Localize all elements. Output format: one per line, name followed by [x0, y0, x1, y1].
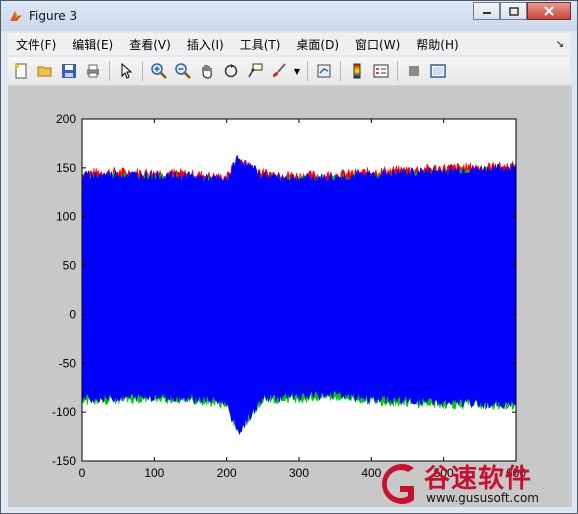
y-tick-label: 200: [56, 112, 76, 126]
menu-overflow-icon[interactable]: ↘: [556, 39, 570, 50]
pan-icon: [202, 65, 212, 79]
toolbar-separator: [142, 61, 143, 81]
close-icon: [544, 6, 554, 16]
open-button[interactable]: [34, 60, 56, 82]
watermark: 谷速软件 www.gususoft.com: [374, 456, 574, 512]
insert-colorbar-button[interactable]: [346, 60, 368, 82]
pointer-icon: [121, 63, 133, 79]
show-tools-icon: [430, 64, 446, 78]
menu-view[interactable]: 查看(V): [121, 36, 179, 53]
rotate-button[interactable]: [220, 60, 242, 82]
minimize-icon: [482, 12, 491, 14]
menu-tools[interactable]: 工具(T): [232, 36, 289, 53]
figure-window: Figure 3 文件(F) 编辑(E) 查看(V) 插入(I) 工具(T) 桌…: [0, 0, 578, 514]
insert-legend-button[interactable]: [370, 60, 392, 82]
watermark-url: www.gususoft.com: [426, 491, 539, 505]
save-icon: [62, 64, 76, 78]
data-cursor-icon: [248, 63, 263, 78]
hide-plot-tools-button[interactable]: [403, 60, 425, 82]
y-tick-label: 100: [56, 210, 76, 224]
save-button[interactable]: [58, 60, 80, 82]
toolbar-separator: [109, 61, 110, 81]
toolbar-separator: [340, 61, 341, 81]
link-plot-button[interactable]: [313, 60, 335, 82]
menu-bar: 文件(F) 编辑(E) 查看(V) 插入(I) 工具(T) 桌面(D) 窗口(W…: [8, 33, 570, 55]
maximize-icon: [508, 6, 519, 16]
x-tick-label: 0: [79, 466, 86, 480]
gusu-logo-icon: [382, 464, 414, 504]
print-icon: [87, 64, 99, 78]
menu-insert[interactable]: 插入(I): [179, 36, 232, 53]
menu-desktop[interactable]: 桌面(D): [288, 36, 347, 53]
new-figure-icon: [15, 63, 27, 79]
brush-button[interactable]: [268, 60, 290, 82]
toolbar-separator: [397, 61, 398, 81]
menu-window[interactable]: 窗口(W): [347, 36, 408, 53]
open-icon: [37, 66, 52, 77]
legend-icon: [373, 64, 389, 78]
zoom-in-button[interactable]: [148, 60, 170, 82]
y-tick-label: -100: [52, 405, 76, 419]
series-3-band: [81, 154, 517, 436]
x-tick-label: 100: [144, 466, 164, 480]
link-icon: [317, 64, 331, 78]
hide-tools-icon: [409, 66, 419, 76]
window-title: Figure 3: [29, 9, 78, 23]
maximize-button[interactable]: [500, 2, 527, 20]
figure-canvas: 0 100 200 300 400 500 600 200 150 100 50 0 -50 -100 -1…: [8, 86, 572, 507]
y-tick-label: 50: [63, 259, 77, 273]
brush-icon: [273, 63, 286, 77]
menu-edit[interactable]: 编辑(E): [64, 36, 121, 53]
zoom-out-button[interactable]: [172, 60, 194, 82]
edit-plot-button[interactable]: [115, 60, 137, 82]
x-tick-label: 200: [217, 466, 237, 480]
close-button[interactable]: [527, 2, 571, 20]
zoom-out-icon: [175, 63, 191, 79]
minimize-button[interactable]: [473, 2, 500, 20]
y-tick-label: -150: [52, 454, 76, 468]
y-tick-label: -50: [59, 356, 77, 370]
zoom-in-icon: [151, 63, 167, 79]
toolbar-separator: [307, 61, 308, 81]
data-cursor-button[interactable]: [244, 60, 266, 82]
print-button[interactable]: [82, 60, 104, 82]
toolbar: ▼: [8, 57, 570, 86]
rotate-icon: [224, 64, 238, 78]
plot-axes[interactable]: 0 100 200 300 400 500 600200150100500-50-100-1…: [8, 86, 572, 507]
colorbar-icon: [353, 63, 361, 79]
pan-button[interactable]: [196, 60, 218, 82]
y-tick-label: 0: [69, 307, 76, 321]
new-figure-button[interactable]: [10, 60, 32, 82]
show-plot-tools-button[interactable]: [427, 60, 449, 82]
x-tick-label: 300: [289, 466, 309, 480]
title-bar[interactable]: Figure 3: [1, 1, 577, 31]
y-tick-label: 150: [56, 161, 76, 175]
brush-dropdown[interactable]: ▼: [292, 67, 302, 76]
menu-file[interactable]: 文件(F): [8, 36, 64, 53]
menu-help[interactable]: 帮助(H): [408, 36, 466, 53]
matlab-icon: [10, 11, 22, 21]
watermark-text: 谷速软件: [424, 464, 533, 494]
